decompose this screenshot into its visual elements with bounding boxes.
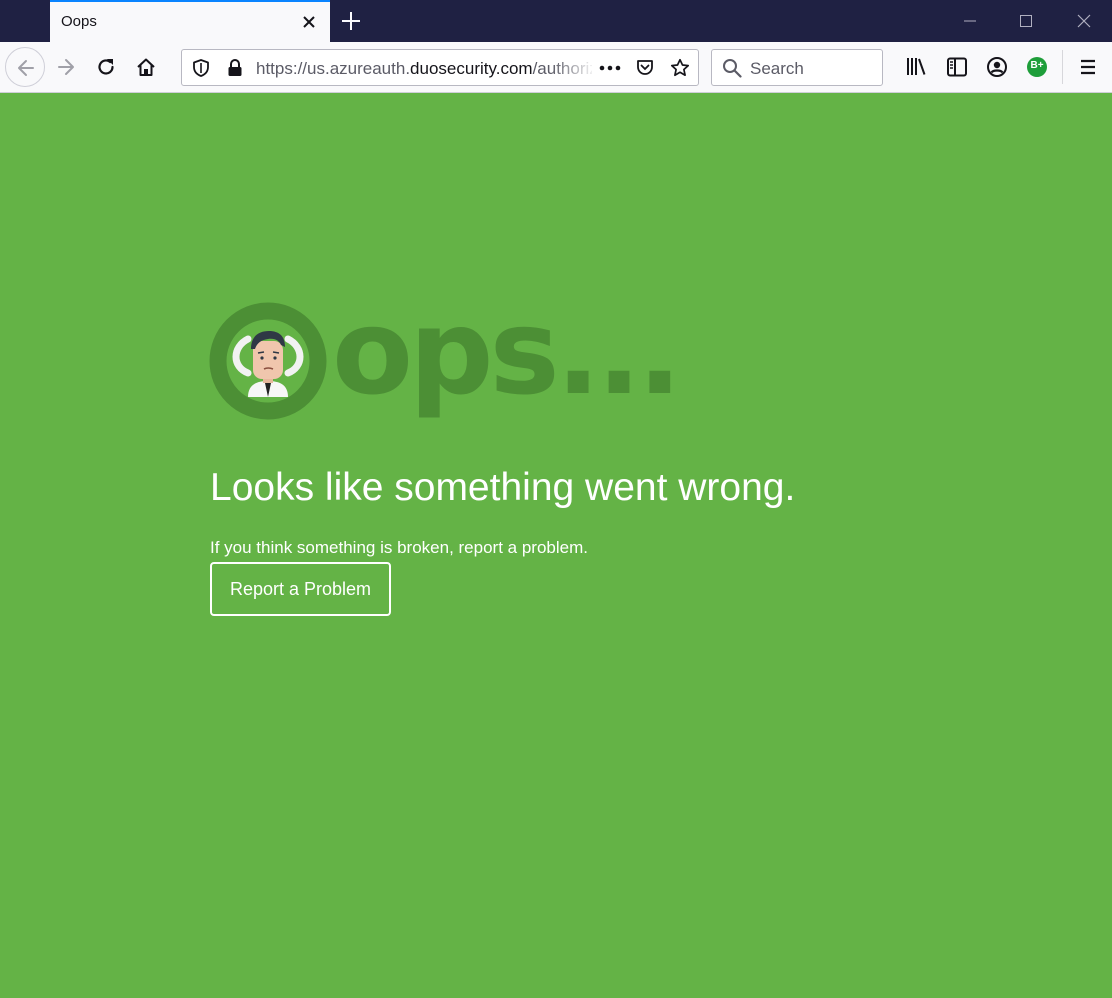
minimize-icon bbox=[964, 20, 976, 22]
pocket-icon[interactable] bbox=[635, 58, 655, 78]
tab-strip: Oops bbox=[0, 0, 1112, 42]
plus-icon bbox=[342, 12, 360, 30]
home-icon bbox=[137, 58, 155, 76]
new-tab-button[interactable] bbox=[338, 8, 364, 34]
oops-word: ops... bbox=[332, 283, 682, 421]
report-problem-button[interactable]: Report a Problem bbox=[210, 562, 391, 616]
star-bookmark-icon[interactable] bbox=[670, 58, 690, 78]
toolbar-separator bbox=[1062, 50, 1063, 84]
library-icon[interactable] bbox=[905, 55, 929, 79]
sidebar-icon[interactable] bbox=[945, 55, 969, 79]
search-input[interactable]: Search bbox=[750, 59, 804, 79]
more-actions-icon[interactable] bbox=[598, 58, 622, 78]
tab-oops[interactable]: Oops bbox=[50, 0, 330, 42]
close-tab-icon[interactable] bbox=[300, 13, 318, 31]
address-bar[interactable]: https://us.azureauth.duosecurity.com/aut… bbox=[181, 49, 699, 86]
forward-button[interactable] bbox=[46, 47, 86, 87]
account-icon[interactable] bbox=[985, 55, 1009, 79]
navigation-toolbar: https://us.azureauth.duosecurity.com/aut… bbox=[0, 42, 1112, 93]
hamburger-menu-icon[interactable] bbox=[1076, 55, 1100, 79]
maximize-button[interactable] bbox=[998, 0, 1054, 42]
extension-badge-icon[interactable]: B+ bbox=[1025, 55, 1049, 79]
back-button[interactable] bbox=[5, 47, 45, 87]
arrow-right-icon bbox=[58, 59, 74, 75]
close-icon bbox=[1077, 14, 1091, 28]
close-window-button[interactable] bbox=[1056, 0, 1112, 42]
search-bar[interactable]: Search bbox=[711, 49, 883, 86]
url-text[interactable]: https://us.azureauth.duosecurity.com/aut… bbox=[256, 59, 592, 79]
maximize-icon bbox=[1020, 15, 1032, 27]
arrow-left-icon bbox=[18, 60, 34, 76]
url-domain: duosecurity.com bbox=[410, 59, 533, 78]
search-icon bbox=[722, 58, 742, 78]
error-headline: Looks like something went wrong. bbox=[210, 466, 796, 509]
home-button[interactable] bbox=[126, 47, 166, 87]
error-subtext: If you think something is broken, report… bbox=[210, 538, 588, 557]
url-prefix: https://us.azureauth. bbox=[256, 59, 411, 78]
reload-icon bbox=[98, 59, 114, 75]
lock-icon[interactable] bbox=[225, 58, 245, 78]
extension-badge-label: B+ bbox=[1030, 60, 1044, 71]
minimize-button[interactable] bbox=[942, 0, 998, 42]
shield-icon[interactable] bbox=[191, 58, 211, 78]
error-page: ops... Looks like something went wrong. … bbox=[0, 93, 1112, 998]
confused-man-icon bbox=[209, 302, 327, 420]
tab-title: Oops bbox=[61, 13, 97, 30]
oops-logo: ops... bbox=[208, 293, 688, 461]
reload-button[interactable] bbox=[86, 47, 126, 87]
